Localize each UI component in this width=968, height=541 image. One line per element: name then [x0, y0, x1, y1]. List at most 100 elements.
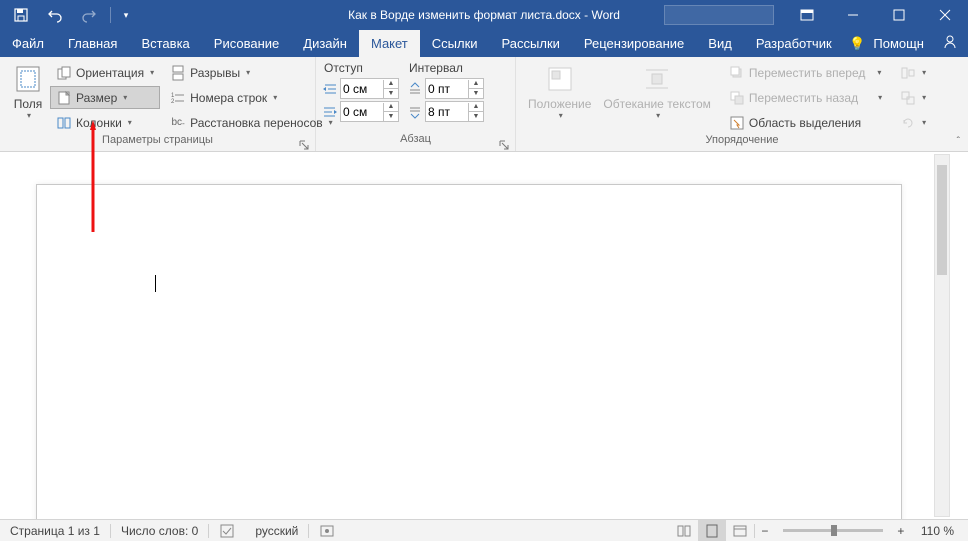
- position-icon: [544, 63, 576, 95]
- spin-up[interactable]: ▲: [469, 103, 483, 112]
- columns-button[interactable]: Колонки▾: [50, 111, 160, 134]
- spin-down[interactable]: ▼: [469, 89, 483, 98]
- tab-design[interactable]: Дизайн: [291, 30, 359, 57]
- text-cursor: [155, 275, 156, 292]
- spin-up[interactable]: ▲: [384, 103, 398, 112]
- group-icon: [900, 90, 916, 106]
- selection-pane-button[interactable]: Область выделения: [723, 111, 888, 134]
- web-layout-button[interactable]: [726, 520, 754, 541]
- tab-developer[interactable]: Разработчик: [744, 30, 844, 57]
- send-backward-icon: [729, 90, 745, 106]
- ribbon-tabs: Файл Главная Вставка Рисование Дизайн Ма…: [0, 30, 968, 57]
- wrap-text-button[interactable]: Обтекание текстом▾: [597, 61, 716, 134]
- position-button[interactable]: Положение▾: [522, 61, 597, 134]
- collapse-ribbon-button[interactable]: ˆ: [957, 136, 960, 147]
- tab-mailings[interactable]: Рассылки: [490, 30, 572, 57]
- spacing-after-input[interactable]: ▲▼: [425, 101, 484, 122]
- tab-review[interactable]: Рецензирование: [572, 30, 696, 57]
- share-icon[interactable]: [942, 34, 958, 53]
- minimize-button[interactable]: [830, 0, 876, 30]
- tab-draw[interactable]: Рисование: [202, 30, 291, 57]
- svg-text:2: 2: [171, 99, 175, 105]
- page-setup-launcher[interactable]: [299, 137, 311, 149]
- group-paragraph: Отступ ▲▼ ▲▼ Интервал ▲▼ ▲▼: [316, 57, 516, 151]
- spin-up[interactable]: ▲: [384, 80, 398, 89]
- group-page-setup: Поля ▾ Ориентация▾ Размер▾ Колонки▾: [0, 57, 316, 151]
- redo-button[interactable]: [76, 2, 102, 28]
- indent-left-input[interactable]: ▲▼: [340, 78, 399, 99]
- bring-forward-icon: [729, 65, 745, 81]
- orientation-icon: [56, 65, 72, 81]
- group-arrange-label: Упорядочение: [516, 134, 968, 151]
- group-arrange: Положение▾ Обтекание текстом▾ Переместит…: [516, 57, 968, 151]
- rotate-button[interactable]: ▾: [894, 111, 932, 134]
- user-account-box[interactable]: [664, 5, 774, 25]
- tab-insert[interactable]: Вставка: [129, 30, 201, 57]
- save-button[interactable]: [8, 2, 34, 28]
- line-numbers-icon: 12: [170, 90, 186, 106]
- columns-icon: [56, 115, 72, 131]
- spacing-label: Интервал: [407, 61, 484, 77]
- group-button[interactable]: ▾: [894, 86, 932, 109]
- orientation-button[interactable]: Ориентация▾: [50, 61, 160, 84]
- tab-view[interactable]: Вид: [696, 30, 744, 57]
- page-number-status[interactable]: Страница 1 из 1: [0, 520, 110, 541]
- vertical-scrollbar[interactable]: [934, 154, 950, 517]
- group-page-setup-label: Параметры страницы: [0, 134, 315, 151]
- spacing-after-icon: [407, 104, 423, 120]
- tell-me-label[interactable]: Помощн: [873, 36, 924, 51]
- align-button[interactable]: ▾: [894, 61, 932, 84]
- language-status[interactable]: русский: [245, 520, 308, 541]
- spacing-before-icon: [407, 81, 423, 97]
- breaks-button[interactable]: Разрывы▾: [164, 61, 339, 84]
- lightbulb-icon: 💡: [849, 36, 865, 52]
- indent-left-icon: [322, 81, 338, 97]
- document-area: [0, 152, 968, 519]
- paragraph-launcher[interactable]: [499, 137, 511, 149]
- read-mode-button[interactable]: [670, 520, 698, 541]
- indent-right-icon: [322, 104, 338, 120]
- ribbon-display-button[interactable]: [784, 0, 830, 30]
- tab-references[interactable]: Ссылки: [420, 30, 490, 57]
- spacing-before-input[interactable]: ▲▼: [425, 78, 484, 99]
- quick-access-toolbar: ▾: [0, 2, 133, 28]
- document-page[interactable]: [36, 184, 902, 519]
- tab-home[interactable]: Главная: [56, 30, 129, 57]
- tab-layout[interactable]: Макет: [359, 30, 420, 57]
- rotate-icon: [900, 115, 916, 131]
- status-bar: Страница 1 из 1 Число слов: 0 русский − …: [0, 519, 968, 541]
- selection-pane-icon: [729, 115, 745, 131]
- undo-button[interactable]: [42, 2, 68, 28]
- spin-down[interactable]: ▼: [384, 89, 398, 98]
- send-backward-button[interactable]: Переместить назад▾: [723, 86, 888, 109]
- bring-forward-button[interactable]: Переместить вперед▾: [723, 61, 888, 84]
- indent-right-input[interactable]: ▲▼: [340, 101, 399, 122]
- spin-down[interactable]: ▼: [469, 112, 483, 121]
- line-numbers-button[interactable]: 12 Номера строк▾: [164, 86, 339, 109]
- indent-label: Отступ: [322, 61, 399, 77]
- titlebar: ▾ Как в Ворде изменить формат листа.docx…: [0, 0, 968, 30]
- macro-status[interactable]: [309, 520, 345, 541]
- qat-customize-button[interactable]: ▾: [119, 2, 133, 28]
- maximize-button[interactable]: [876, 0, 922, 30]
- margins-label: Поля: [14, 97, 43, 111]
- group-paragraph-label: Абзац: [316, 133, 515, 151]
- margins-button[interactable]: Поля ▾: [6, 61, 50, 134]
- wrap-text-icon: [641, 63, 673, 95]
- hyphenation-button[interactable]: bc- Расстановка переносов▾: [164, 111, 339, 134]
- zoom-in-button[interactable]: +: [891, 524, 911, 538]
- spin-up[interactable]: ▲: [469, 80, 483, 89]
- print-layout-button[interactable]: [698, 520, 726, 541]
- zoom-out-button[interactable]: −: [755, 524, 775, 538]
- tab-file[interactable]: Файл: [0, 30, 56, 57]
- size-button[interactable]: Размер▾: [50, 86, 160, 109]
- spellcheck-status[interactable]: [209, 520, 245, 541]
- close-button[interactable]: [922, 0, 968, 30]
- zoom-slider[interactable]: [783, 529, 883, 532]
- word-count-status[interactable]: Число слов: 0: [111, 520, 208, 541]
- margins-icon: [12, 63, 44, 95]
- align-icon: [900, 65, 916, 81]
- spin-down[interactable]: ▼: [384, 112, 398, 121]
- zoom-level[interactable]: 110 %: [911, 520, 968, 541]
- ribbon: Поля ▾ Ориентация▾ Размер▾ Колонки▾: [0, 57, 968, 152]
